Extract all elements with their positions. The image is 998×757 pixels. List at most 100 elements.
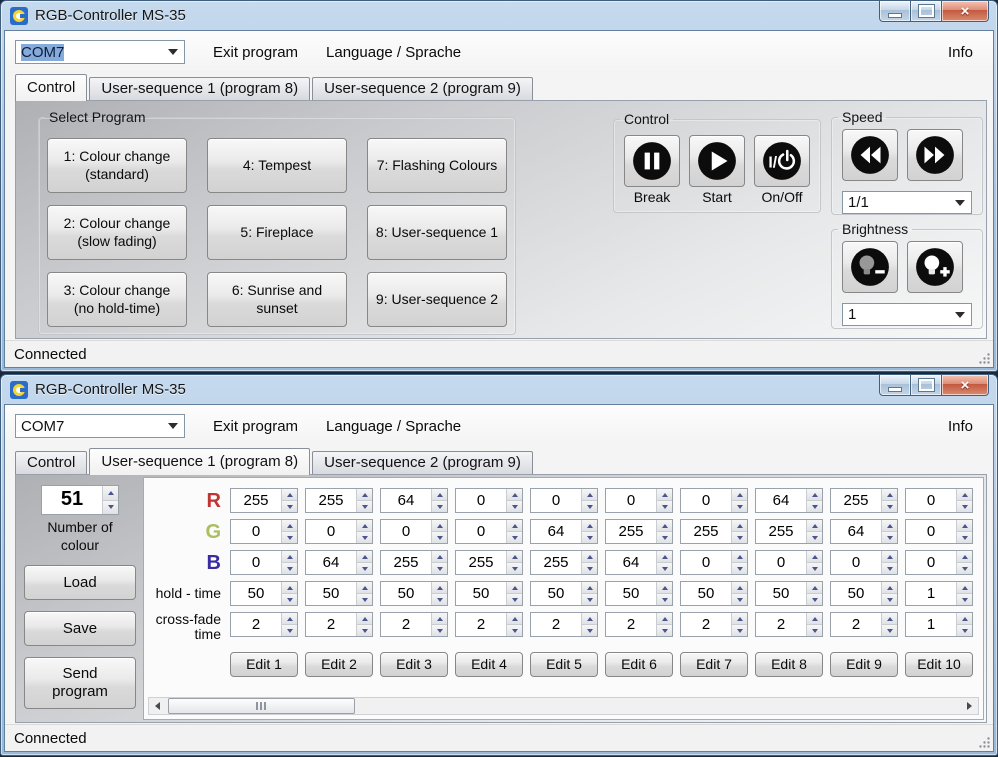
r-col3-input[interactable]: 64 — [380, 488, 448, 513]
spin-down-button[interactable] — [957, 532, 972, 543]
cross-fade-time-col4-input[interactable]: 2 — [455, 612, 523, 637]
spin-up-button[interactable] — [507, 520, 522, 532]
hold-time-col6-input[interactable]: 50 — [605, 581, 673, 606]
number-of-colour-input[interactable]: 51 — [41, 485, 119, 515]
spin-up-button[interactable] — [357, 520, 372, 532]
spin-down-button[interactable] — [357, 532, 372, 543]
r-col2-input[interactable]: 255 — [305, 488, 373, 513]
spin-down-button[interactable] — [657, 563, 672, 574]
tab-user-sequence-2-program-9[interactable]: User-sequence 2 (program 9) — [312, 77, 533, 100]
r-col8-input[interactable]: 64 — [755, 488, 823, 513]
r-col10-input[interactable]: 0 — [905, 488, 973, 513]
minimize-button[interactable] — [879, 374, 911, 396]
brightness-select[interactable]: 1 — [842, 303, 972, 326]
spin-down-button[interactable] — [507, 563, 522, 574]
edit-1-button[interactable]: Edit 1 — [230, 652, 298, 677]
maximize-button[interactable] — [911, 0, 942, 22]
spin-up-button[interactable] — [432, 520, 447, 532]
spin-up-button[interactable] — [657, 489, 672, 501]
titlebar[interactable]: RGB-Controller MS-35 × — [1, 375, 997, 404]
spin-down-button[interactable] — [582, 532, 597, 543]
g-col7-input[interactable]: 255 — [680, 519, 748, 544]
close-button[interactable]: × — [942, 374, 989, 396]
scrollbar-thumb[interactable] — [168, 698, 355, 714]
spin-down-button[interactable] — [432, 501, 447, 512]
program-4-button[interactable]: 4: Tempest — [207, 138, 347, 193]
cross-fade-time-col3-input[interactable]: 2 — [380, 612, 448, 637]
spin-up-button[interactable] — [957, 489, 972, 501]
spin-up-button[interactable] — [807, 613, 822, 625]
close-button[interactable]: × — [942, 0, 989, 22]
spin-up-button[interactable] — [507, 489, 522, 501]
scroll-right-button[interactable] — [961, 698, 978, 714]
spin-down-button[interactable] — [282, 501, 297, 512]
com-port-select[interactable]: COM7 — [15, 414, 185, 438]
spin-up-button[interactable] — [957, 520, 972, 532]
edit-8-button[interactable]: Edit 8 — [755, 652, 823, 677]
spin-up-button[interactable] — [357, 582, 372, 594]
spin-up-button[interactable] — [432, 613, 447, 625]
spin-up-button[interactable] — [432, 489, 447, 501]
spin-up-button[interactable] — [882, 489, 897, 501]
spin-down-button[interactable] — [657, 532, 672, 543]
spin-up-button[interactable] — [282, 520, 297, 532]
spin-up-button[interactable] — [582, 520, 597, 532]
edit-9-button[interactable]: Edit 9 — [830, 652, 898, 677]
b-col5-input[interactable]: 255 — [530, 550, 598, 575]
spin-down-button[interactable] — [807, 532, 822, 543]
edit-5-button[interactable]: Edit 5 — [530, 652, 598, 677]
load-button[interactable]: Load — [24, 565, 136, 600]
spin-down-button[interactable] — [957, 501, 972, 512]
spin-up-button[interactable] — [582, 582, 597, 594]
spin-up-button[interactable] — [657, 582, 672, 594]
menu-language[interactable]: Language / Sprache — [326, 44, 461, 61]
maximize-button[interactable] — [911, 374, 942, 396]
spin-up-button[interactable] — [732, 489, 747, 501]
cross-fade-time-col9-input[interactable]: 2 — [830, 612, 898, 637]
tab-user-sequence-1-program-8[interactable]: User-sequence 1 (program 8) — [89, 448, 310, 475]
g-col5-input[interactable]: 64 — [530, 519, 598, 544]
spin-up-button[interactable] — [732, 551, 747, 563]
menu-exit-program[interactable]: Exit program — [213, 418, 298, 435]
spin-down-button[interactable] — [357, 501, 372, 512]
r-col9-input[interactable]: 255 — [830, 488, 898, 513]
g-col6-input[interactable]: 255 — [605, 519, 673, 544]
resize-grip[interactable] — [978, 352, 991, 365]
edit-3-button[interactable]: Edit 3 — [380, 652, 448, 677]
program-6-button[interactable]: 6: Sunrise and sunset — [207, 272, 347, 327]
g-col3-input[interactable]: 0 — [380, 519, 448, 544]
spin-up-button[interactable] — [282, 551, 297, 563]
spin-up-button[interactable] — [807, 489, 822, 501]
spin-down-button[interactable] — [582, 563, 597, 574]
spin-up-button[interactable] — [282, 613, 297, 625]
hold-time-col2-input[interactable]: 50 — [305, 581, 373, 606]
edit-6-button[interactable]: Edit 6 — [605, 652, 673, 677]
send-program-button[interactable]: Send program — [24, 657, 136, 709]
b-col10-input[interactable]: 0 — [905, 550, 973, 575]
spin-up-button[interactable] — [657, 613, 672, 625]
spin-up-button[interactable] — [103, 486, 118, 501]
b-col4-input[interactable]: 255 — [455, 550, 523, 575]
spin-down-button[interactable] — [432, 563, 447, 574]
com-port-select[interactable]: COM7 — [15, 40, 185, 64]
spin-up-button[interactable] — [357, 613, 372, 625]
hold-time-col9-input[interactable]: 50 — [830, 581, 898, 606]
spin-up-button[interactable] — [732, 613, 747, 625]
spin-down-button[interactable] — [882, 563, 897, 574]
spin-down-button[interactable] — [507, 625, 522, 636]
menu-info[interactable]: Info — [948, 44, 973, 61]
hold-time-col1-input[interactable]: 50 — [230, 581, 298, 606]
spin-up-button[interactable] — [882, 551, 897, 563]
hold-time-col5-input[interactable]: 50 — [530, 581, 598, 606]
g-col10-input[interactable]: 0 — [905, 519, 973, 544]
program-1-button[interactable]: 1: Colour change (standard) — [47, 138, 187, 193]
spin-up-button[interactable] — [582, 613, 597, 625]
spin-down-button[interactable] — [732, 501, 747, 512]
spin-down-button[interactable] — [732, 594, 747, 605]
b-col2-input[interactable]: 64 — [305, 550, 373, 575]
spin-up-button[interactable] — [882, 582, 897, 594]
hold-time-col10-input[interactable]: 1 — [905, 581, 973, 606]
spin-down-button[interactable] — [507, 532, 522, 543]
spin-up-button[interactable] — [507, 582, 522, 594]
spin-down-button[interactable] — [582, 625, 597, 636]
